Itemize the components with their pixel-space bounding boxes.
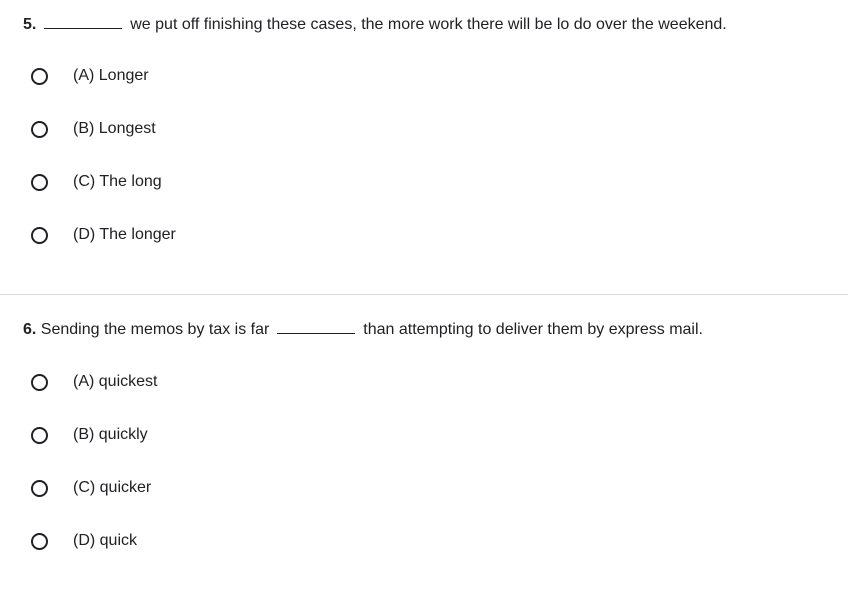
option-d[interactable]: (D) quick [26,526,137,556]
radio-button-icon[interactable] [31,426,48,444]
option-b[interactable]: (B) quickly [26,420,148,450]
radio-button-icon[interactable] [31,173,48,191]
radio-button-icon[interactable] [31,373,48,391]
option-label: (D) quick [73,532,138,549]
question-number: 5. [23,16,37,33]
question-6: 6. Sending the memos by tax is far than … [0,295,848,594]
radio-button-icon[interactable] [31,226,48,244]
option-label: (B) quickly [73,426,148,443]
option-c[interactable]: (C) The long [26,167,162,197]
radio-button-icon[interactable] [31,120,48,138]
option-label: (B) Longest [73,120,156,137]
question-text-before: Sending the memos by tax is far [40,321,270,338]
option-a[interactable]: (A) Longer [26,61,149,91]
question-prompt: 5. we put off finishing these cases, the… [23,15,727,35]
radio-button-icon[interactable] [31,532,48,550]
option-label: (A) quickest [73,373,158,390]
option-b[interactable]: (B) Longest [26,114,156,144]
option-label: (C) quicker [73,479,152,496]
answer-blank [276,321,355,334]
option-c[interactable]: (C) quicker [26,473,151,503]
question-5: 5. we put off finishing these cases, the… [0,0,848,294]
radio-button-icon[interactable] [31,67,48,85]
option-label: (C) The long [73,173,162,190]
option-a[interactable]: (A) quickest [26,367,157,397]
option-label: (D) The longer [73,226,176,243]
option-label: (A) Longer [73,67,149,84]
question-text: we put off finishing these cases, the mo… [130,16,727,33]
radio-button-icon[interactable] [31,479,48,497]
question-text-after: than attempting to deliver them by expre… [363,321,703,338]
option-d[interactable]: (D) The longer [26,220,176,250]
question-prompt: 6. Sending the memos by tax is far than … [23,320,703,340]
question-number: 6. [23,321,37,338]
answer-blank [43,16,122,29]
